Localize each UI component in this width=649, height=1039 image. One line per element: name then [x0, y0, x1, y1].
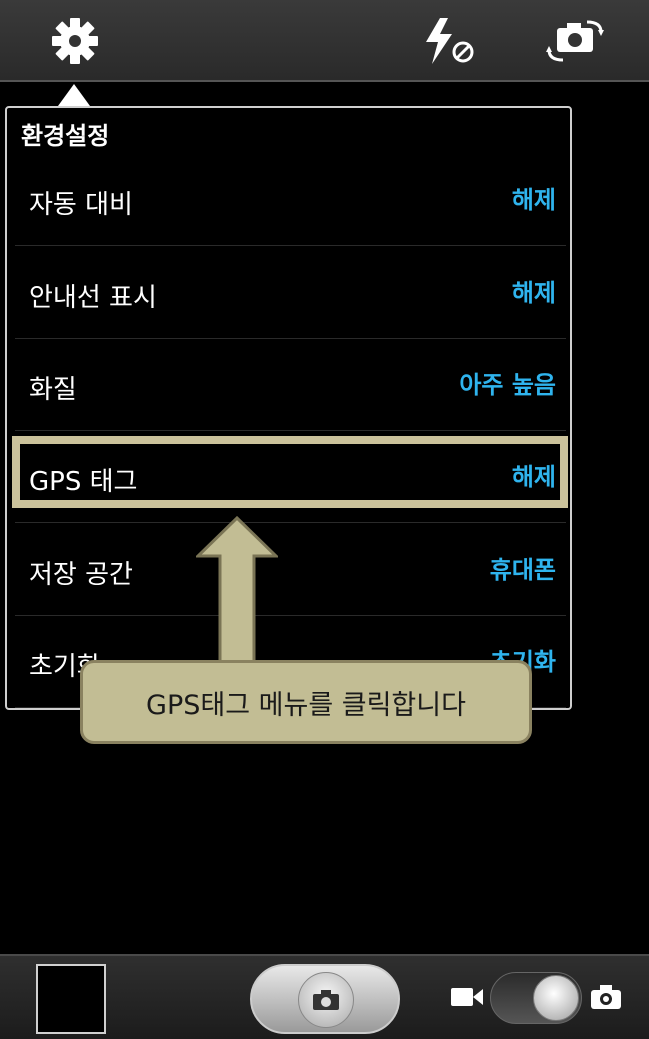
settings-row-auto-contrast[interactable]: 자동 대비 해제 — [15, 154, 566, 246]
gear-icon[interactable] — [46, 14, 104, 68]
instruction-callout: GPS태그 메뉴를 클릭합니다 — [80, 660, 532, 744]
video-camera-icon[interactable] — [450, 986, 484, 1012]
panel-pointer — [58, 84, 90, 106]
instruction-text: GPS태그 메뉴를 클릭합니다 — [146, 689, 466, 721]
camera-bottom-bar — [0, 954, 649, 1039]
switch-camera-icon[interactable] — [540, 14, 610, 68]
settings-row-label: 자동 대비 — [29, 190, 133, 220]
settings-row-value: 아주 높음 — [459, 371, 556, 399]
pointer-arrow-icon — [194, 515, 280, 670]
settings-row-label: 안내선 표시 — [29, 283, 157, 313]
settings-row-storage[interactable]: 저장 공간 휴대폰 — [15, 524, 566, 616]
gps-tag-highlight — [12, 436, 568, 508]
mode-toggle[interactable] — [490, 972, 582, 1024]
settings-row-value: 해제 — [511, 279, 556, 307]
settings-row-guidelines[interactable]: 안내선 표시 해제 — [15, 247, 566, 339]
settings-panel: 환경설정 자동 대비 해제 안내선 표시 해제 화질 아주 높음 GPS 태그 … — [5, 106, 572, 710]
photo-camera-icon[interactable] — [590, 984, 622, 1014]
shutter-camera-icon — [298, 972, 354, 1028]
toggle-knob[interactable] — [533, 975, 579, 1021]
settings-row-value: 해제 — [511, 186, 556, 214]
flash-off-icon[interactable] — [416, 14, 482, 68]
camera-top-bar — [0, 0, 649, 82]
settings-row-label: 저장 공간 — [29, 560, 133, 590]
shutter-button[interactable] — [250, 964, 400, 1034]
settings-row-value: 휴대폰 — [489, 556, 556, 584]
gallery-thumbnail[interactable] — [36, 964, 106, 1034]
settings-row-label: 화질 — [29, 375, 77, 405]
panel-title: 환경설정 — [21, 122, 110, 150]
settings-row-quality[interactable]: 화질 아주 높음 — [15, 339, 566, 431]
